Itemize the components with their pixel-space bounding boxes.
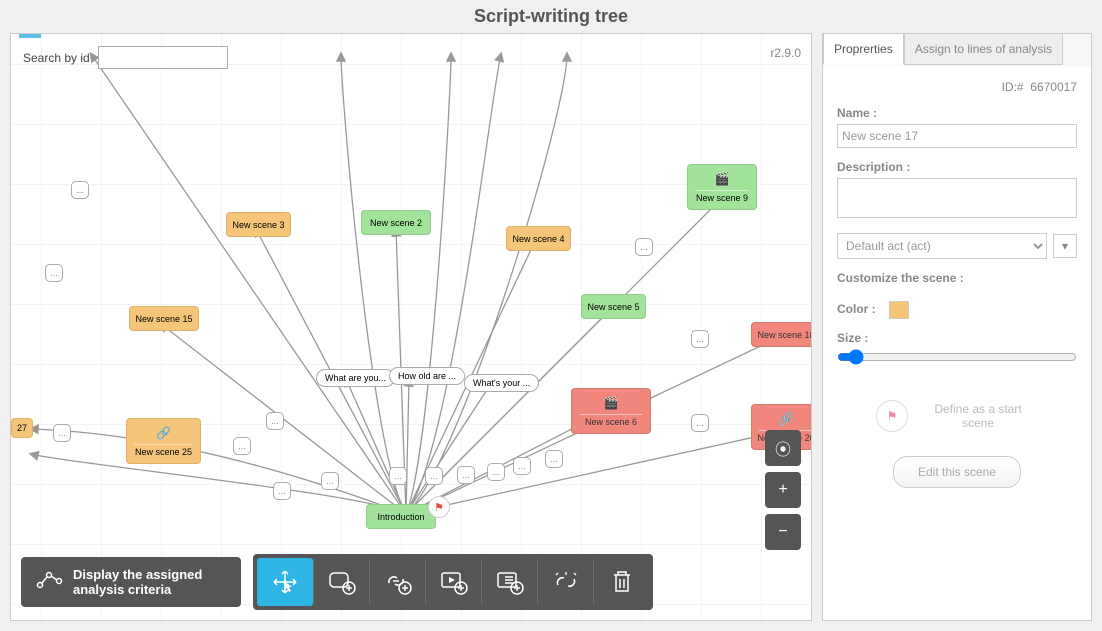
tool-add-list[interactable] [481,558,537,606]
act-select[interactable]: Default act (act) [837,233,1047,259]
scene-icon: 🎬 [604,396,619,410]
minus-icon: − [778,523,787,541]
display-assigned-criteria-button[interactable]: Display the assignedanalysis criteria [21,557,241,607]
stub-node[interactable]: ... [691,414,709,432]
tool-unlink[interactable] [537,558,593,606]
node-scene-18[interactable]: New scene 18 [751,322,812,347]
define-start-button[interactable]: ⚑ [876,400,908,432]
tab-properties[interactable]: Proprerties [823,33,904,65]
choice-bubble[interactable]: What are you... [316,369,395,387]
stub-node[interactable]: ... [425,467,443,485]
node-introduction[interactable]: Introduction [366,504,436,529]
tool-add-link[interactable] [369,558,425,606]
stub-node[interactable]: ... [513,457,531,475]
zoom-in-button[interactable]: + [765,472,801,508]
name-input[interactable] [837,124,1077,148]
canvas[interactable]: Search by id r2.9.0 Introduction ⚑ New s… [10,33,812,621]
search-input[interactable] [98,46,228,69]
name-label: Name : [837,106,1077,120]
size-slider[interactable] [837,349,1077,365]
node-scene-4[interactable]: New scene 4 [506,226,571,251]
define-start-label: Define as a start scene [918,402,1038,430]
node-scene-27[interactable]: 27 [11,418,33,438]
node-scene-3[interactable]: New scene 3 [226,212,291,237]
stub-node[interactable]: ... [635,238,653,256]
node-scene-5[interactable]: New scene 5 [581,294,646,319]
node-scene-2[interactable]: New scene 2 [361,210,431,235]
side-panel: Proprerties Assign to lines of analysis … [822,33,1092,621]
stub-node[interactable]: ... [71,181,89,199]
description-input[interactable] [837,178,1077,218]
page-title: Script-writing tree [0,0,1102,33]
node-scene-25[interactable]: 🔗New scene 25 [126,418,201,464]
stub-node[interactable]: ... [273,482,291,500]
node-scene-15[interactable]: New scene 15 [129,306,199,331]
size-label: Size : [837,331,1077,345]
version-label: r2.9.0 [770,46,801,60]
tool-add-media[interactable] [425,558,481,606]
stub-node[interactable]: ... [233,437,251,455]
tool-delete[interactable] [593,558,649,606]
stub-node[interactable]: ... [487,463,505,481]
act-dropdown-button[interactable]: ▾ [1053,234,1077,258]
customize-label: Customize the scene : [837,271,1077,285]
search-label: Search by id [23,51,90,65]
zoom-out-button[interactable]: − [765,514,801,550]
target-icon: ⦿ [775,436,791,460]
tab-assign-lines[interactable]: Assign to lines of analysis [904,33,1063,65]
stub-node[interactable]: ... [545,450,563,468]
tool-add-node[interactable] [313,558,369,606]
graph-icon [35,567,63,597]
stub-node[interactable]: ... [321,472,339,490]
link-icon: 🔗 [156,426,171,440]
node-scene-9[interactable]: 🎬New scene 9 [687,164,757,210]
color-label: Color : [837,302,876,316]
scene-icon: 🎬 [715,172,730,186]
toolbar [253,554,653,610]
node-scene-6[interactable]: 🎬New scene 6 [571,388,651,434]
id-label: ID:# [1002,80,1024,94]
stub-node[interactable]: ... [389,467,407,485]
plus-icon: + [778,481,787,499]
stub-node[interactable]: ... [266,412,284,430]
flag-icon: ⚑ [428,496,450,518]
choice-bubble[interactable]: What's your ... [464,374,539,392]
stub-node[interactable]: ... [53,424,71,442]
link-icon: 🔗 [779,412,794,426]
stub-node[interactable]: ... [45,264,63,282]
stub-node[interactable]: ... [691,330,709,348]
tool-move[interactable] [257,558,313,606]
canvas-tab[interactable] [19,33,41,38]
choice-bubble[interactable]: How old are ... [389,367,465,385]
chevron-down-icon: ▾ [1062,239,1068,253]
flag-icon: ⚑ [887,409,898,423]
description-label: Description : [837,160,1077,174]
recenter-button[interactable]: ⦿ [765,430,801,466]
stub-node[interactable]: ... [457,466,475,484]
edit-scene-button[interactable]: Edit this scene [893,456,1021,488]
id-value: 6670017 [1030,80,1077,94]
color-swatch[interactable] [889,301,909,319]
